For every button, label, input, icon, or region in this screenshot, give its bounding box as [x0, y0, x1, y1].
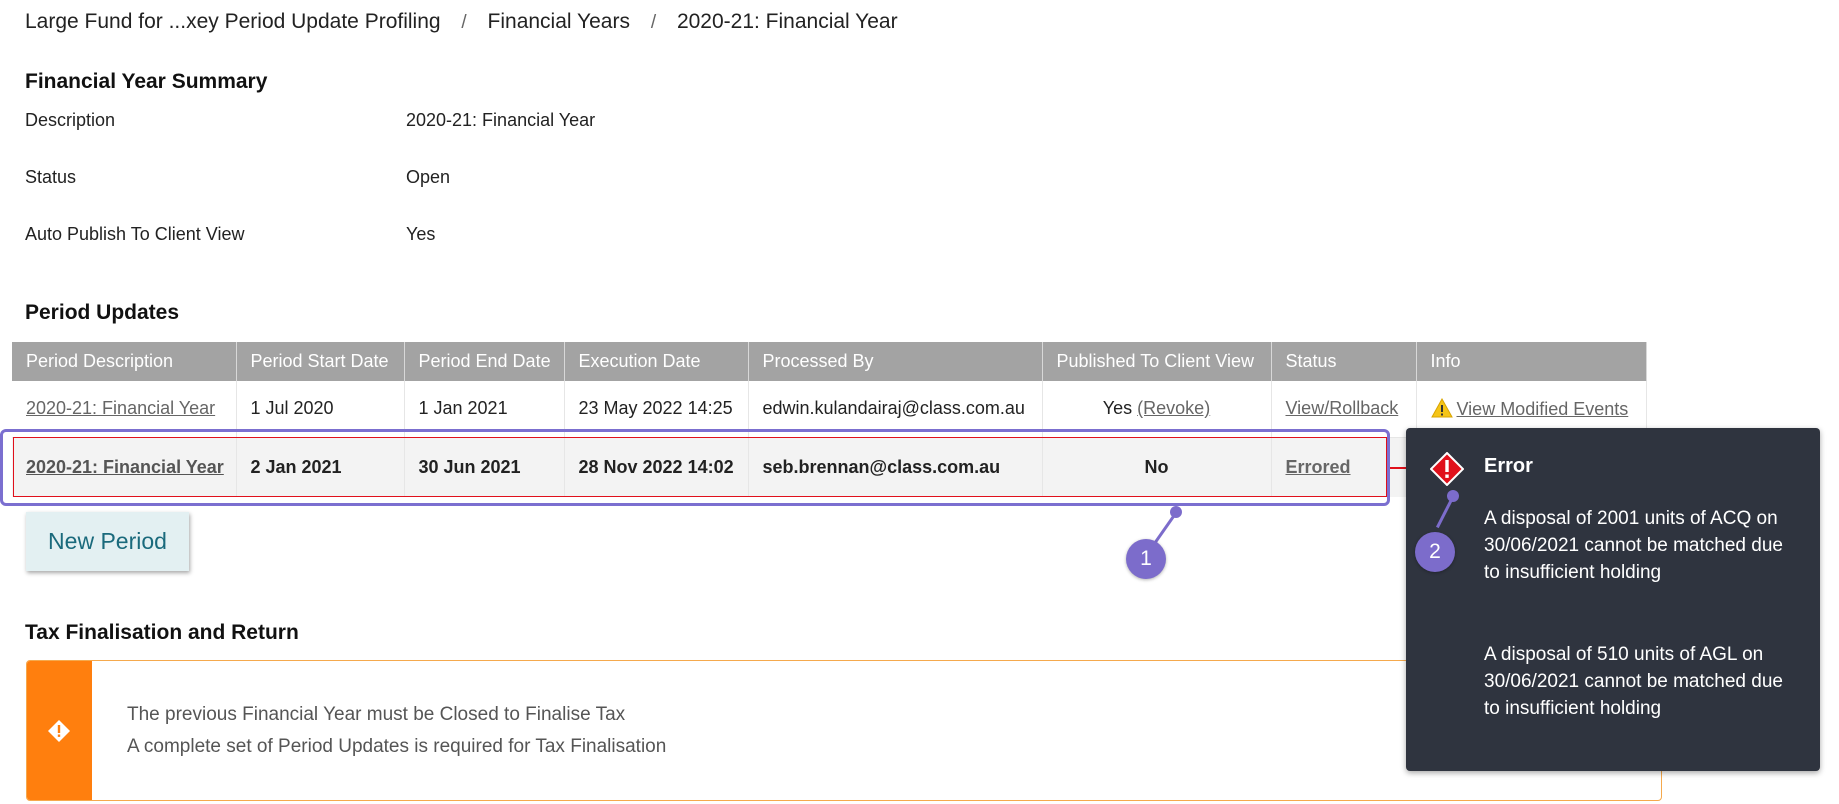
callout-1-badge: 1 [1126, 539, 1166, 579]
column-header-published: Published To Client View [1042, 342, 1272, 381]
published-cell: No [1042, 437, 1272, 497]
tax-message-2: A complete set of Period Updates is requ… [127, 736, 667, 757]
error-tooltip: Error A disposal of 2001 units of ACQ on… [1406, 428, 1820, 771]
breadcrumb-separator: / [461, 12, 467, 33]
errored-status-link[interactable]: Errored [1286, 457, 1351, 477]
warning-triangle-icon [1430, 397, 1453, 418]
period-start-cell: 2 Jan 2021 [236, 437, 405, 497]
new-period-button[interactable]: New Period [26, 512, 189, 571]
warning-diamond-icon [48, 720, 70, 742]
tax-message-1: The previous Financial Year must be Clos… [127, 704, 626, 725]
column-header-period-description: Period Description [12, 342, 237, 381]
table-row: 2020-21: Financial Year 1 Jul 2020 1 Jan… [12, 381, 1647, 438]
callout-2-badge: 2 [1415, 532, 1455, 572]
published-cell: Yes (Revoke) [1042, 381, 1272, 438]
auto-publish-value: Yes [406, 224, 436, 244]
breadcrumb: Large Fund for ...xey Period Update Prof… [25, 10, 898, 34]
breadcrumb-separator: / [650, 12, 657, 33]
column-header-info: Info [1416, 342, 1647, 381]
breadcrumb-fund[interactable]: Large Fund for ...xey Period Update Prof… [25, 10, 441, 33]
breadcrumb-financial-years[interactable]: Financial Years [488, 10, 630, 33]
view-modified-events-link[interactable]: View Modified Events [1457, 399, 1629, 419]
column-header-period-end: Period End Date [404, 342, 565, 381]
column-header-processed-by: Processed By [748, 342, 1043, 381]
period-description-link[interactable]: 2020-21: Financial Year [26, 457, 224, 477]
error-tooltip-title: Error [1484, 455, 1533, 477]
period-updates-title: Period Updates [25, 301, 180, 324]
revoke-link[interactable]: (Revoke) [1137, 398, 1210, 418]
period-description-link[interactable]: 2020-21: Financial Year [26, 398, 215, 418]
table-header-row: Period Description Period Start Date Per… [12, 342, 1647, 381]
description-value: 2020-21: Financial Year [406, 110, 596, 130]
breadcrumb-current-year: 2020-21: Financial Year [676, 10, 898, 33]
summary-title: Financial Year Summary [25, 70, 268, 93]
column-header-execution-date: Execution Date [564, 342, 749, 381]
published-value: Yes [1102, 398, 1133, 419]
column-header-period-start: Period Start Date [236, 342, 405, 381]
column-header-status: Status [1271, 342, 1417, 381]
period-start-cell: 1 Jul 2020 [236, 381, 405, 438]
description-label: Description [25, 110, 116, 130]
execution-date-cell: 23 May 2022 14:25 [564, 381, 749, 438]
view-rollback-link[interactable]: View/Rollback [1286, 398, 1399, 418]
status-label: Status [25, 167, 77, 187]
period-end-cell: 1 Jan 2021 [404, 381, 565, 438]
processed-by-cell: seb.brennan@class.com.au [748, 437, 1043, 497]
execution-date-cell: 28 Nov 2022 14:02 [564, 437, 749, 497]
processed-by-cell: edwin.kulandairaj@class.com.au [748, 381, 1043, 438]
error-message-1: A disposal of 2001 units of ACQ on 30/06… [1484, 508, 1783, 583]
tax-title: Tax Finalisation and Return [25, 621, 299, 644]
error-message-2: A disposal of 510 units of AGL on 30/06/… [1484, 644, 1783, 719]
error-diamond-icon [1430, 452, 1464, 486]
auto-publish-label: Auto Publish To Client View [25, 224, 245, 244]
status-value: Open [406, 167, 451, 187]
period-updates-table: Period Description Period Start Date Per… [12, 342, 1647, 497]
tax-warning-stripe [27, 661, 92, 800]
period-end-cell: 30 Jun 2021 [404, 437, 565, 497]
